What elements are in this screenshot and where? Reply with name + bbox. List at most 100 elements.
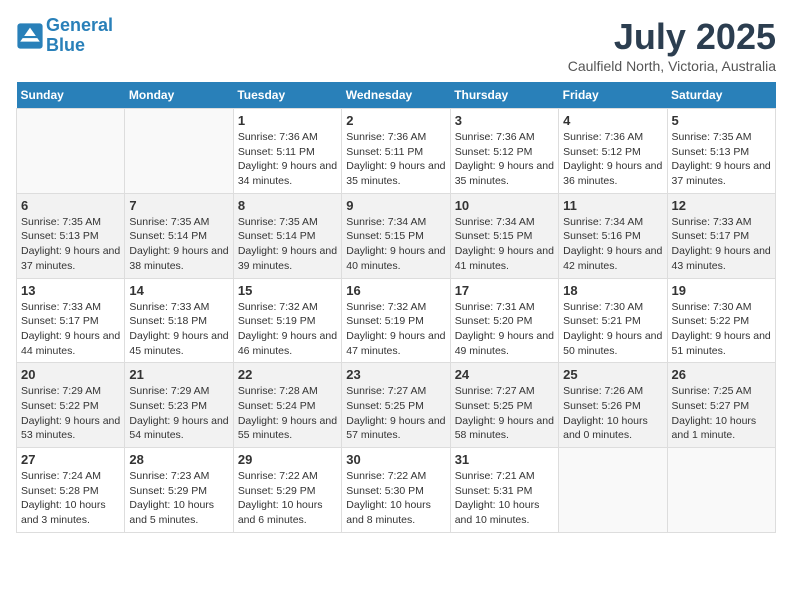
day-number: 17: [455, 283, 554, 298]
day-number: 5: [672, 113, 771, 128]
day-number: 7: [129, 198, 228, 213]
day-info: Sunrise: 7:22 AM Sunset: 5:30 PM Dayligh…: [346, 469, 445, 528]
day-number: 29: [238, 452, 337, 467]
calendar-day-cell: 20Sunrise: 7:29 AM Sunset: 5:22 PM Dayli…: [17, 363, 125, 448]
day-info: Sunrise: 7:21 AM Sunset: 5:31 PM Dayligh…: [455, 469, 554, 528]
calendar-day-cell: 16 Sunrise: 7:32 AM Sunset: 5:19 PM Dayli…: [342, 278, 450, 363]
day-number: 21: [129, 367, 228, 382]
location-subtitle: Caulfield North, Victoria, Australia: [568, 58, 776, 74]
day-number: 24: [455, 367, 554, 382]
day-info: Sunrise: 7:29 AM Sunset: 5:23 PM Dayligh…: [129, 384, 228, 443]
day-info: Sunrise: 7:31 AM Sunset: 5:20 PM Dayligh…: [455, 300, 554, 359]
day-number: 12: [672, 198, 771, 213]
day-number: 4: [563, 113, 662, 128]
calendar-day-cell: 8 Sunrise: 7:35 AM Sunset: 5:14 PM Daylig…: [233, 193, 341, 278]
day-info: Sunrise: 7:23 AM Sunset: 5:29 PM Dayligh…: [129, 469, 228, 528]
calendar-day-cell: 9 Sunrise: 7:34 AM Sunset: 5:15 PM Daylig…: [342, 193, 450, 278]
day-info: Sunrise: 7:33 AM Sunset: 5:17 PM Dayligh…: [21, 300, 120, 359]
day-number: 18: [563, 283, 662, 298]
day-number: 31: [455, 452, 554, 467]
day-number: 26: [672, 367, 771, 382]
calendar-day-cell: 29 Sunrise: 7:22 AM Sunset: 5:29 PM Dayli…: [233, 448, 341, 533]
calendar-day-cell: 11 Sunrise: 7:34 AM Sunset: 5:16 PM Dayli…: [559, 193, 667, 278]
calendar-header-row: SundayMondayTuesdayWednesdayThursdayFrid…: [17, 82, 776, 109]
day-number: 9: [346, 198, 445, 213]
day-info: Sunrise: 7:32 AM Sunset: 5:19 PM Dayligh…: [346, 300, 445, 359]
calendar-day-cell: 7 Sunrise: 7:35 AM Sunset: 5:14 PM Daylig…: [125, 193, 233, 278]
calendar-day-cell: 22 Sunrise: 7:28 AM Sunset: 5:24 PM Dayli…: [233, 363, 341, 448]
day-info: Sunrise: 7:26 AM Sunset: 5:26 PM Dayligh…: [563, 384, 662, 443]
day-info: Sunrise: 7:25 AM Sunset: 5:27 PM Dayligh…: [672, 384, 771, 443]
day-number: 16: [346, 283, 445, 298]
title-section: July 2025 Caulfield North, Victoria, Aus…: [568, 16, 776, 74]
day-info: Sunrise: 7:33 AM Sunset: 5:18 PM Dayligh…: [129, 300, 228, 359]
calendar-day-cell: 21 Sunrise: 7:29 AM Sunset: 5:23 PM Dayli…: [125, 363, 233, 448]
day-number: 23: [346, 367, 445, 382]
day-info: Sunrise: 7:34 AM Sunset: 5:15 PM Dayligh…: [346, 215, 445, 274]
day-info: Sunrise: 7:34 AM Sunset: 5:15 PM Dayligh…: [455, 215, 554, 274]
day-info: Sunrise: 7:36 AM Sunset: 5:12 PM Dayligh…: [563, 130, 662, 189]
day-number: 1: [238, 113, 337, 128]
calendar-day-cell: 15 Sunrise: 7:32 AM Sunset: 5:19 PM Dayli…: [233, 278, 341, 363]
day-number: 15: [238, 283, 337, 298]
day-info: Sunrise: 7:36 AM Sunset: 5:11 PM Dayligh…: [238, 130, 337, 189]
day-info: Sunrise: 7:35 AM Sunset: 5:13 PM Dayligh…: [21, 215, 120, 274]
calendar-day-cell: 25 Sunrise: 7:26 AM Sunset: 5:26 PM Dayli…: [559, 363, 667, 448]
day-info: Sunrise: 7:36 AM Sunset: 5:11 PM Dayligh…: [346, 130, 445, 189]
day-number: 14: [129, 283, 228, 298]
calendar-day-cell: 17 Sunrise: 7:31 AM Sunset: 5:20 PM Dayli…: [450, 278, 558, 363]
logo-icon: [16, 22, 44, 50]
day-number: 20: [21, 367, 120, 382]
day-number: 6: [21, 198, 120, 213]
weekday-header: Monday: [125, 82, 233, 109]
day-info: Sunrise: 7:32 AM Sunset: 5:19 PM Dayligh…: [238, 300, 337, 359]
calendar-day-cell: 24 Sunrise: 7:27 AM Sunset: 5:25 PM Dayli…: [450, 363, 558, 448]
logo: General Blue: [16, 16, 113, 56]
day-number: 27: [21, 452, 120, 467]
weekday-header: Sunday: [17, 82, 125, 109]
day-number: 2: [346, 113, 445, 128]
logo-text: General Blue: [46, 16, 113, 56]
day-info: Sunrise: 7:27 AM Sunset: 5:25 PM Dayligh…: [346, 384, 445, 443]
weekday-header: Saturday: [667, 82, 775, 109]
day-info: Sunrise: 7:34 AM Sunset: 5:16 PM Dayligh…: [563, 215, 662, 274]
day-number: 22: [238, 367, 337, 382]
day-info: Sunrise: 7:35 AM Sunset: 5:14 PM Dayligh…: [238, 215, 337, 274]
weekday-header: Tuesday: [233, 82, 341, 109]
weekday-header: Wednesday: [342, 82, 450, 109]
calendar-day-cell: [125, 109, 233, 194]
calendar-day-cell: 12 Sunrise: 7:33 AM Sunset: 5:17 PM Dayli…: [667, 193, 775, 278]
weekday-header: Friday: [559, 82, 667, 109]
day-number: 11: [563, 198, 662, 213]
page-header: General Blue July 2025 Caulfield North, …: [16, 16, 776, 74]
day-info: Sunrise: 7:22 AM Sunset: 5:29 PM Dayligh…: [238, 469, 337, 528]
calendar-day-cell: 28Sunrise: 7:23 AM Sunset: 5:29 PM Dayli…: [125, 448, 233, 533]
day-info: Sunrise: 7:24 AM Sunset: 5:28 PM Dayligh…: [21, 469, 120, 528]
calendar-day-cell: 1 Sunrise: 7:36 AM Sunset: 5:11 PM Daylig…: [233, 109, 341, 194]
day-number: 25: [563, 367, 662, 382]
calendar-day-cell: 30 Sunrise: 7:22 AM Sunset: 5:30 PM Dayli…: [342, 448, 450, 533]
day-number: 8: [238, 198, 337, 213]
month-year-title: July 2025: [568, 16, 776, 58]
day-info: Sunrise: 7:27 AM Sunset: 5:25 PM Dayligh…: [455, 384, 554, 443]
day-number: 30: [346, 452, 445, 467]
calendar-day-cell: 13Sunrise: 7:33 AM Sunset: 5:17 PM Dayli…: [17, 278, 125, 363]
calendar-day-cell: 3Sunrise: 7:36 AM Sunset: 5:12 PM Daylig…: [450, 109, 558, 194]
calendar-day-cell: 10Sunrise: 7:34 AM Sunset: 5:15 PM Dayli…: [450, 193, 558, 278]
day-number: 3: [455, 113, 554, 128]
day-info: Sunrise: 7:30 AM Sunset: 5:21 PM Dayligh…: [563, 300, 662, 359]
calendar-week-row: 13Sunrise: 7:33 AM Sunset: 5:17 PM Dayli…: [17, 278, 776, 363]
day-info: Sunrise: 7:35 AM Sunset: 5:14 PM Dayligh…: [129, 215, 228, 274]
day-info: Sunrise: 7:33 AM Sunset: 5:17 PM Dayligh…: [672, 215, 771, 274]
day-info: Sunrise: 7:35 AM Sunset: 5:13 PM Dayligh…: [672, 130, 771, 189]
calendar-day-cell: [667, 448, 775, 533]
calendar-table: SundayMondayTuesdayWednesdayThursdayFrid…: [16, 82, 776, 533]
calendar-day-cell: 26 Sunrise: 7:25 AM Sunset: 5:27 PM Dayli…: [667, 363, 775, 448]
day-info: Sunrise: 7:28 AM Sunset: 5:24 PM Dayligh…: [238, 384, 337, 443]
calendar-day-cell: 23 Sunrise: 7:27 AM Sunset: 5:25 PM Dayli…: [342, 363, 450, 448]
calendar-week-row: 20Sunrise: 7:29 AM Sunset: 5:22 PM Dayli…: [17, 363, 776, 448]
calendar-day-cell: 2 Sunrise: 7:36 AM Sunset: 5:11 PM Daylig…: [342, 109, 450, 194]
calendar-day-cell: [17, 109, 125, 194]
logo-line1: General: [46, 15, 113, 35]
calendar-day-cell: 18 Sunrise: 7:30 AM Sunset: 5:21 PM Dayli…: [559, 278, 667, 363]
